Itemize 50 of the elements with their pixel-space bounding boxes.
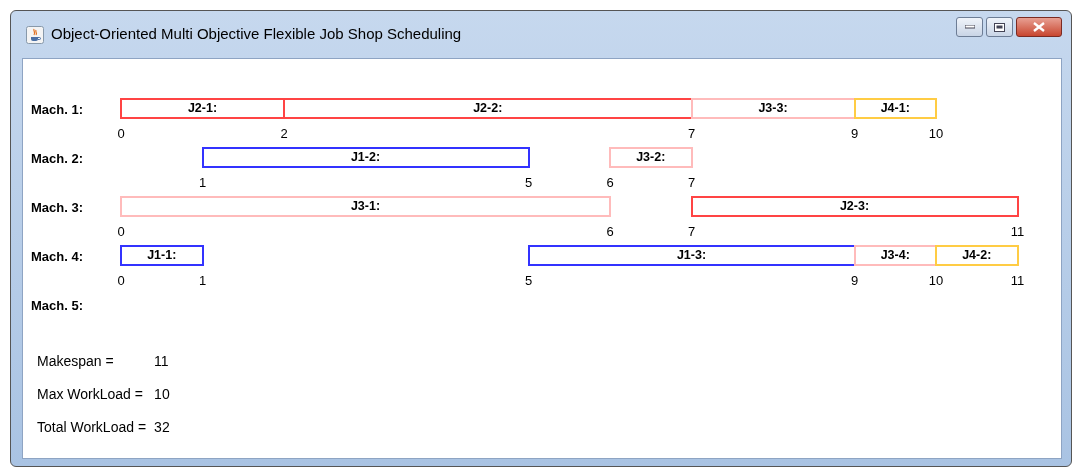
stat-label: Makespan = — [37, 353, 115, 370]
time-tick: 7 — [687, 125, 696, 143]
time-tick: 6 — [606, 174, 614, 192]
close-button[interactable] — [1016, 17, 1062, 37]
task-bar: J3-3: — [690, 98, 856, 119]
time-tick: 11 — [1010, 272, 1025, 290]
window-title: Object-Oriented Multi Objective Flexible Job Shop Scheduling — [51, 24, 462, 45]
time-tick: 1 — [198, 174, 207, 192]
maximize-icon — [994, 22, 1005, 32]
machine-label: Mach. 2: — [30, 150, 84, 168]
machine-label: Mach. 3: — [30, 199, 84, 217]
time-tick: 11 — [1010, 223, 1025, 241]
task-bar: J2-3: — [690, 196, 1019, 217]
task-bar: J1-2: — [201, 147, 530, 168]
machine-label: Mach. 1: — [30, 101, 84, 119]
task-bar: J2-1: — [120, 98, 285, 119]
task-bar: J4-1: — [853, 98, 937, 119]
time-tick: 10 — [928, 272, 944, 290]
task-bar: J4-2: — [935, 245, 1019, 266]
time-tick: 5 — [524, 174, 533, 192]
time-tick: 9 — [850, 125, 859, 143]
java-icon — [26, 25, 44, 44]
time-tick: 0 — [117, 272, 125, 290]
task-bar: J3-2: — [609, 147, 693, 168]
time-tick: 2 — [280, 125, 288, 143]
minimize-icon — [964, 25, 975, 29]
task-bar: J1-1: — [120, 245, 204, 266]
time-tick: 5 — [524, 272, 533, 290]
time-tick: 6 — [606, 223, 614, 241]
close-icon — [1033, 22, 1045, 32]
stat-label: Total WorkLoad = — [37, 419, 147, 436]
task-bar: J2-2: — [283, 98, 693, 119]
machine-label: Mach. 4: — [30, 248, 84, 266]
time-tick: 0 — [117, 125, 125, 143]
task-bar: J3-1: — [120, 196, 611, 217]
stat-label: Max WorkLoad = — [37, 386, 144, 403]
time-tick: 1 — [198, 272, 207, 290]
maximize-button[interactable] — [986, 17, 1013, 37]
stat-value: 32 — [154, 419, 171, 436]
time-tick: 10 — [928, 125, 944, 143]
minimize-button[interactable] — [956, 17, 983, 37]
time-tick: 9 — [850, 272, 859, 290]
machine-label: Mach. 5: — [30, 297, 84, 315]
stat-value: 11 — [154, 353, 170, 370]
stat-value: 10 — [154, 386, 171, 403]
task-bar: J3-4: — [853, 245, 937, 266]
task-bar: J1-3: — [527, 245, 856, 266]
time-tick: 7 — [687, 174, 696, 192]
time-tick: 0 — [117, 223, 125, 241]
time-tick: 7 — [687, 223, 696, 241]
